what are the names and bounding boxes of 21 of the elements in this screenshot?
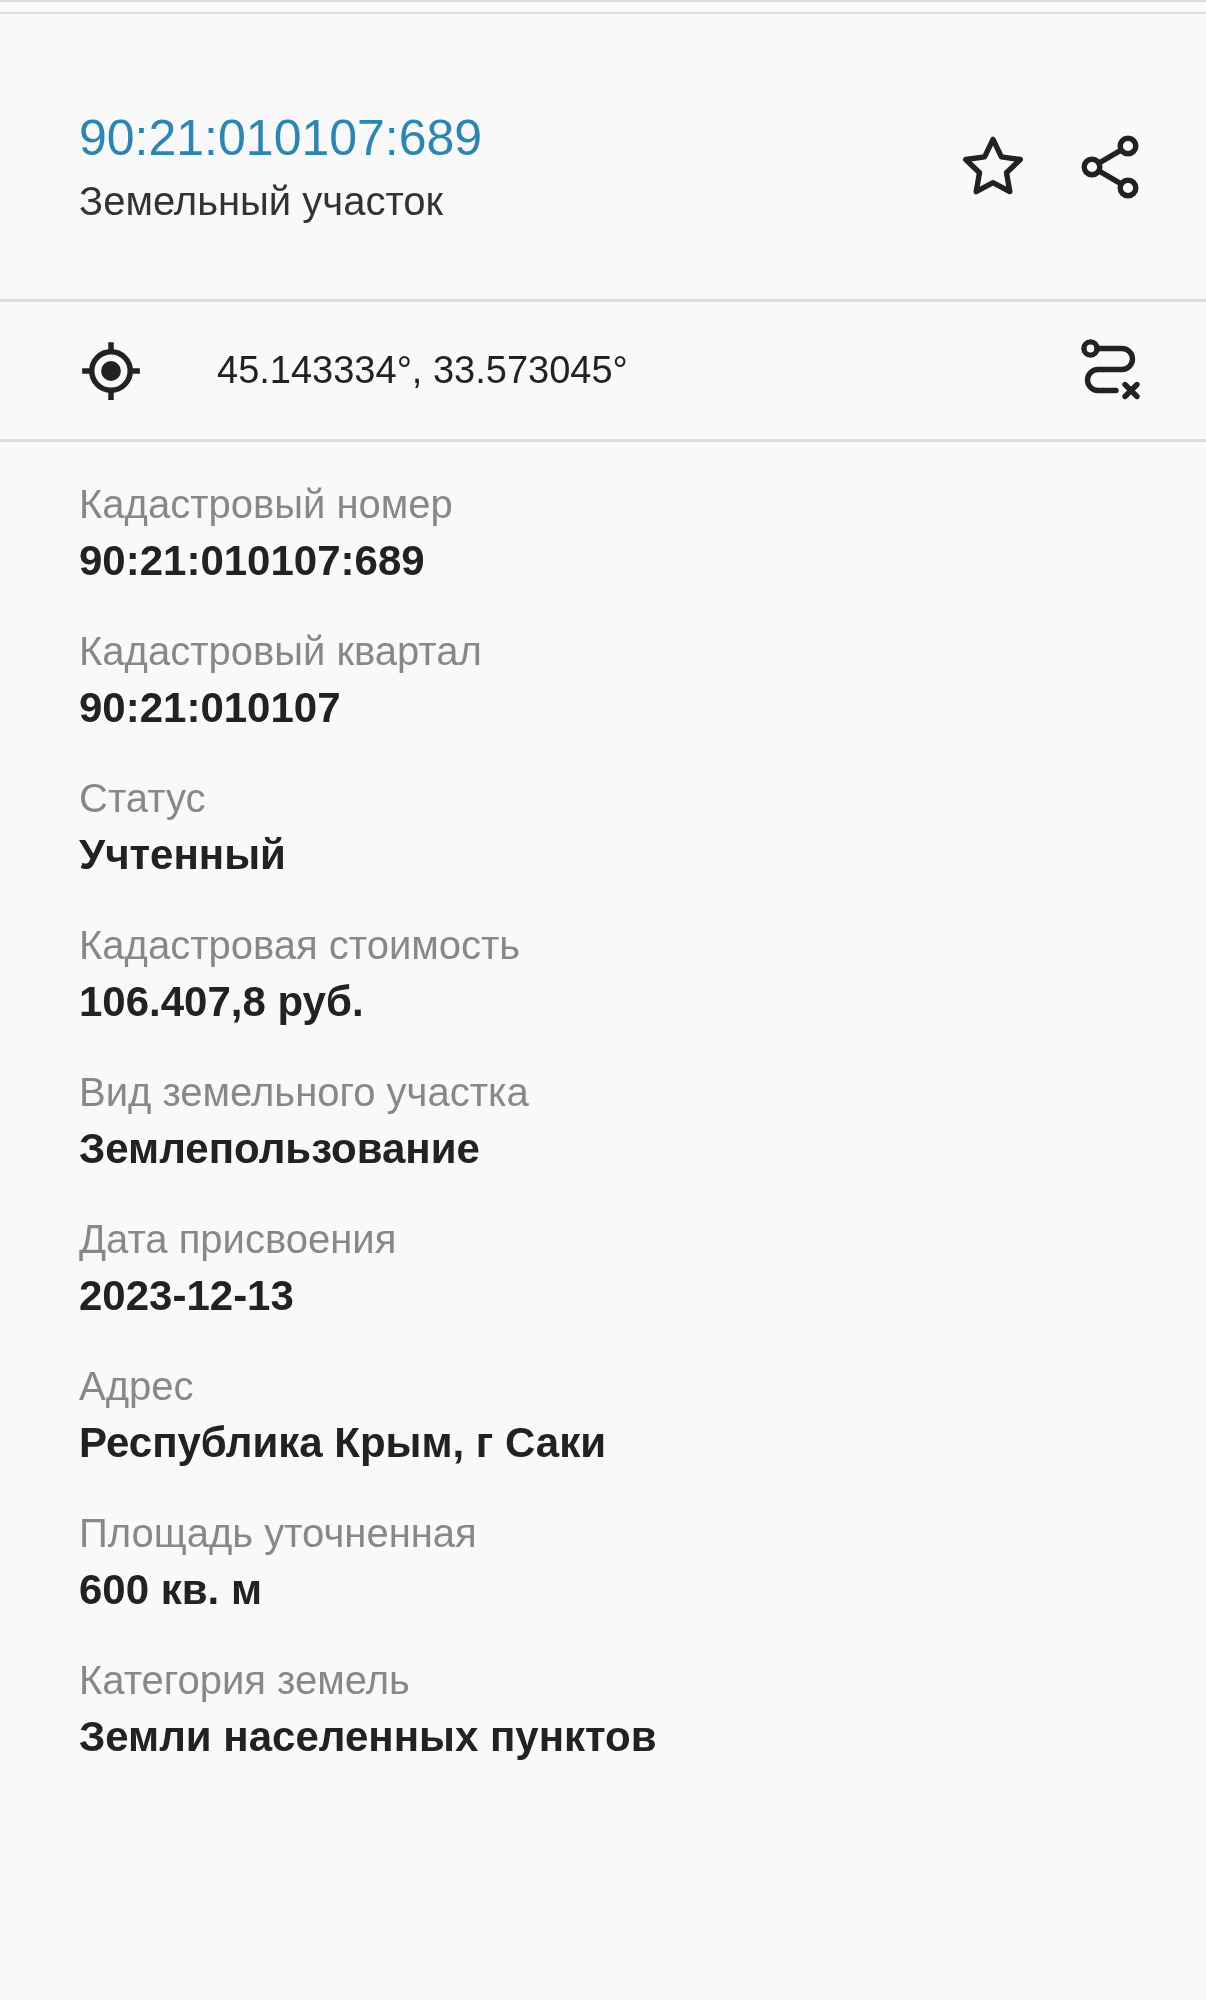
field-value: 106.407,8 руб. [79, 978, 365, 1026]
field-label: Кадастровый квартал [79, 629, 483, 674]
object-type: Земельный участок [79, 179, 444, 224]
field-label: Дата присвоения [79, 1217, 398, 1262]
field-label: Адрес [79, 1364, 195, 1409]
field-value: 2023-12-13 [79, 1272, 295, 1320]
field-label: Статус [79, 776, 207, 821]
field-value: Землепользование [79, 1125, 481, 1173]
field-value: Республика Крым, г Саки [79, 1419, 608, 1467]
field-label: Вид земельного участка [79, 1070, 530, 1115]
field-value: Земли населенных пунктов [79, 1713, 658, 1761]
cadastral-number-link[interactable]: 90:21:010107:689 [79, 109, 483, 167]
field-label: Кадастровый номер [79, 482, 454, 527]
field-label: Площадь уточненная [79, 1511, 478, 1556]
field-label: Категория земель [79, 1658, 411, 1703]
field-value: Учтенный [79, 831, 287, 879]
field-value: 600 кв. м [79, 1566, 263, 1614]
coordinates: 45.143334°, 33.573045° [217, 349, 629, 392]
field-value: 90:21:010107:689 [79, 537, 426, 585]
field-value: 90:21:010107 [79, 684, 342, 732]
field-label: Кадастровая стоимость [79, 923, 522, 968]
